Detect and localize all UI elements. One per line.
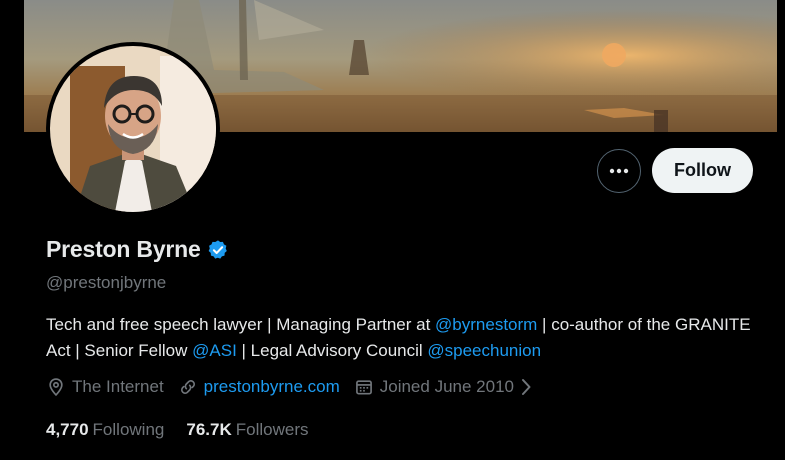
joined-text: Joined June 2010 [379,377,514,396]
website-link[interactable]: prestonbyrne.com [204,377,340,397]
profile-meta: The Internet prestonbyrne.com Joined Jun… [46,377,552,397]
profile-bio: Tech and free speech lawyer | Managing P… [46,312,766,364]
user-handle: @prestonjbyrne [46,273,167,292]
left-edge [0,0,24,460]
followers-label: Followers [235,420,309,439]
link-icon [180,380,195,394]
avatar[interactable] [46,42,220,216]
location-item: The Internet [46,377,164,397]
follow-stats: 4,770 Following 76.7K Followers [46,420,330,440]
bio-text: Tech and free speech lawyer | Managing P… [46,315,436,334]
following-stat[interactable]: 4,770 Following [46,420,164,440]
verified-badge-icon[interactable] [207,239,229,261]
mention-link-asi[interactable]: @ASI [192,341,237,360]
name-row: Preston Byrne [46,236,229,263]
bio-text: | Legal Advisory Council [236,341,428,360]
more-dots-icon [609,168,629,174]
more-options-button[interactable] [597,149,641,193]
mention-link-byrnestorm[interactable]: @byrnestorm [435,315,537,334]
joined-item[interactable]: Joined June 2010 [354,377,538,397]
followers-count: 76.7K [186,420,232,439]
follow-button[interactable]: Follow [652,148,753,193]
following-count: 4,770 [46,420,89,439]
location-text: The Internet [72,377,164,396]
display-name: Preston Byrne [46,236,201,262]
followers-stat[interactable]: 76.7K Followers [186,420,308,440]
chevron-right-icon[interactable] [520,378,532,396]
following-label: Following [92,420,165,439]
calendar-icon [355,380,372,395]
website-item[interactable]: prestonbyrne.com [178,377,340,397]
mention-link-speechunion[interactable]: @speechunion [427,341,541,360]
right-edge [777,0,785,460]
location-pin-icon [49,378,63,397]
